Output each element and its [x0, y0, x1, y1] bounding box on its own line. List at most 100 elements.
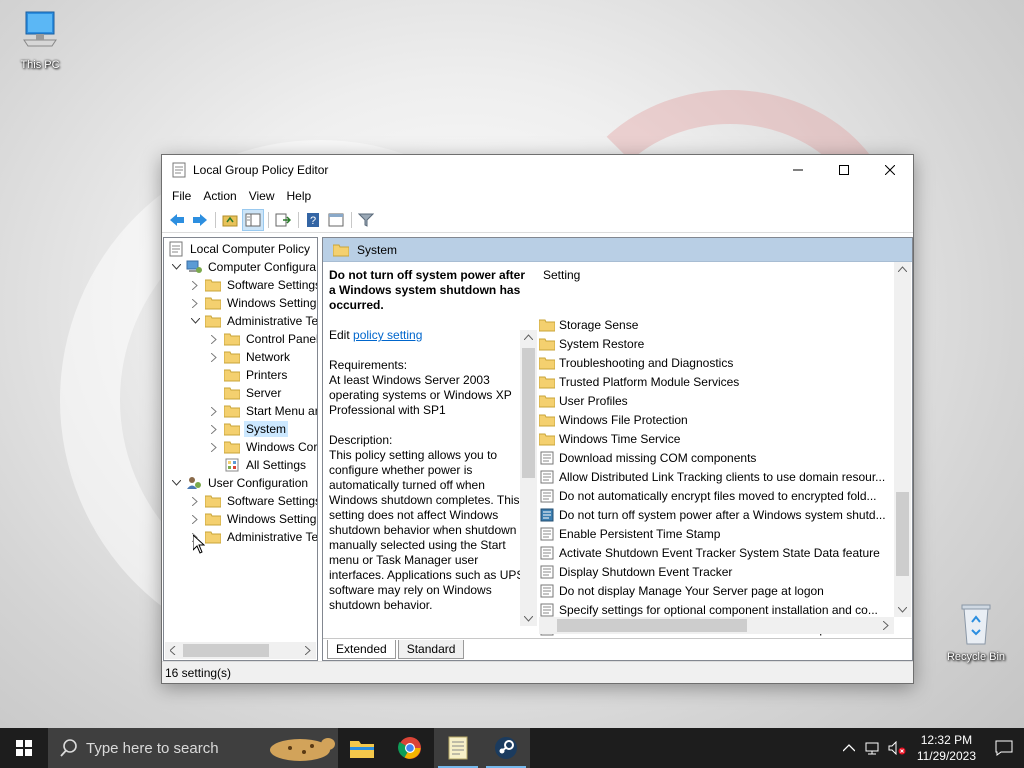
tree-node-label: Windows Setting: [227, 512, 317, 526]
settings-horizontal-scrollbar[interactable]: [539, 617, 894, 634]
menu-file[interactable]: File: [166, 189, 197, 203]
tree-node[interactable]: Windows Setting: [189, 510, 317, 528]
chevron-right-icon[interactable]: [208, 441, 220, 453]
up-one-level-button[interactable]: [219, 209, 241, 231]
tree-node[interactable]: Software Settings: [189, 276, 317, 294]
tree-node[interactable]: User Configuration: [170, 474, 310, 492]
back-button[interactable]: [166, 209, 188, 231]
network-button[interactable]: [861, 728, 885, 768]
tree-node[interactable]: Administrative Te: [189, 528, 318, 546]
folder-icon: [205, 278, 221, 292]
close-button[interactable]: [867, 155, 913, 185]
export-list-button[interactable]: [272, 209, 294, 231]
tree-node[interactable]: Software Settings: [189, 492, 317, 510]
chevron-right-icon[interactable]: [208, 351, 220, 363]
tab-standard[interactable]: Standard: [397, 640, 465, 659]
scrollbar-thumb[interactable]: [522, 348, 535, 478]
volume-button[interactable]: [885, 728, 909, 768]
maximize-button[interactable]: [821, 155, 867, 185]
tree-node[interactable]: Windows Setting: [189, 294, 317, 312]
desktop-icon-recycle-bin[interactable]: Recycle Bin: [936, 602, 1016, 663]
chevron-right-icon[interactable]: [189, 297, 201, 309]
tree-node[interactable]: Start Menu ar: [208, 402, 317, 420]
start-button[interactable]: [0, 728, 48, 768]
tree-node[interactable]: Network: [208, 348, 292, 366]
policy-setting-row[interactable]: Display Shutdown Event Tracker: [539, 562, 732, 581]
policy-setting-icon: [539, 488, 555, 504]
policy-setting-row[interactable]: Do not turn off system power after a Win…: [539, 505, 886, 524]
tree-node[interactable]: All Settings: [208, 456, 308, 474]
show-hidden-icons-button[interactable]: [837, 728, 861, 768]
menu-view[interactable]: View: [243, 189, 281, 203]
search-placeholder: Type here to search: [86, 739, 219, 757]
description-scrollbar[interactable]: [520, 330, 537, 626]
chevron-down-icon[interactable]: [170, 261, 182, 273]
policy-setting-row[interactable]: Allow Distributed Link Tracking clients …: [539, 467, 885, 486]
policy-setting-row[interactable]: Enable Persistent Time Stamp: [539, 524, 720, 543]
tree-node[interactable]: Windows Cor: [208, 438, 317, 456]
filter-button[interactable]: [355, 209, 377, 231]
tree-node[interactable]: Local Computer Policy: [168, 240, 312, 258]
settings-folder-row[interactable]: Windows Time Service: [539, 429, 680, 448]
settings-folder-row[interactable]: System Restore: [539, 334, 644, 353]
show-hide-tree-button[interactable]: [242, 208, 264, 231]
minimize-button[interactable]: [775, 155, 821, 185]
tree-node[interactable]: Server: [208, 384, 283, 402]
forward-button[interactable]: [189, 209, 211, 231]
menu-help[interactable]: Help: [281, 189, 318, 203]
properties-button[interactable]: [325, 209, 347, 231]
policy-setting-row[interactable]: Do not automatically encrypt files moved…: [539, 486, 877, 505]
column-header-setting[interactable]: Setting: [543, 268, 580, 282]
tab-extended[interactable]: Extended: [327, 640, 396, 659]
action-center-button[interactable]: [984, 728, 1024, 768]
policy-setting-row[interactable]: Download missing COM components: [539, 448, 756, 467]
taskbar-file-explorer[interactable]: [338, 728, 386, 768]
chevron-right-icon[interactable]: [189, 279, 201, 291]
title-bar[interactable]: Local Group Policy Editor: [162, 155, 913, 185]
chevron-right-icon[interactable]: [189, 495, 201, 507]
tree-node[interactable]: Printers: [208, 366, 289, 384]
taskbar-clock[interactable]: 12:32 PM 11/29/2023: [909, 732, 984, 764]
scrollbar-thumb[interactable]: [896, 492, 909, 576]
help-button[interactable]: ?: [302, 209, 324, 231]
settings-folder-row[interactable]: Windows File Protection: [539, 410, 688, 429]
scrollbar-thumb[interactable]: [557, 619, 747, 632]
chevron-down-icon[interactable]: [189, 315, 201, 327]
policy-setting-icon: [539, 450, 555, 466]
chevron-left-icon: [170, 646, 176, 655]
toolbar-separator: [215, 211, 216, 228]
settings-folder-row[interactable]: Trusted Platform Module Services: [539, 372, 739, 391]
tree-node[interactable]: Administrative Te: [189, 312, 317, 330]
settings-folder-row[interactable]: User Profiles: [539, 391, 628, 410]
tree-horizontal-scrollbar[interactable]: [165, 642, 316, 659]
settings-folder-row[interactable]: Storage Sense: [539, 315, 638, 334]
tree-node-label: Administrative Te: [227, 530, 318, 544]
volume-muted-icon: [888, 741, 906, 755]
tree-node[interactable]: Control Panel: [208, 330, 317, 348]
policy-setting-row[interactable]: Do not display Manage Your Server page a…: [539, 581, 824, 600]
chevron-right-icon[interactable]: [208, 423, 220, 435]
tree-node[interactable]: System: [208, 420, 289, 438]
taskbar-group-policy-editor[interactable]: [434, 728, 482, 768]
settings-folder-row[interactable]: Troubleshooting and Diagnostics: [539, 353, 733, 372]
scrollbar-thumb[interactable]: [183, 644, 269, 657]
policy-setting-link[interactable]: policy setting: [353, 328, 422, 342]
taskbar-chrome[interactable]: [386, 728, 434, 768]
chevron-right-icon[interactable]: [208, 405, 220, 417]
chevron-down-icon[interactable]: [170, 477, 182, 489]
taskbar-search-box[interactable]: Type here to search: [48, 728, 338, 768]
tree-node[interactable]: Computer Configura: [170, 258, 317, 276]
tree-node-label: Server: [246, 386, 282, 400]
desktop-icon-this-pc[interactable]: This PC: [0, 10, 80, 71]
chevron-right-icon[interactable]: [189, 513, 201, 525]
taskbar-steam[interactable]: [482, 728, 530, 768]
policy-setting-row[interactable]: Activate Shutdown Event Tracker System S…: [539, 543, 880, 562]
minimize-icon: [793, 169, 803, 171]
view-tabs: Extended Standard: [323, 638, 912, 660]
arrow-left-icon: [170, 213, 184, 226]
menu-action[interactable]: Action: [197, 189, 242, 203]
chevron-right-icon[interactable]: [208, 333, 220, 345]
setting-label: Trusted Platform Module Services: [559, 374, 740, 389]
settings-vertical-scrollbar[interactable]: [894, 262, 911, 617]
